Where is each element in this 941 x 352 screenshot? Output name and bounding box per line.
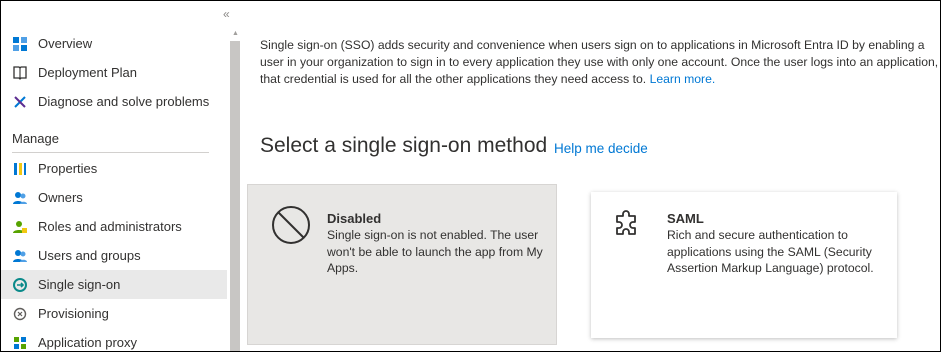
- sidebar-item-label: Provisioning: [38, 306, 109, 321]
- intro-paragraph: Single sign-on (SSO) adds security and c…: [260, 38, 939, 86]
- sidebar-item-label: Diagnose and solve problems: [38, 94, 210, 109]
- roles-icon: [13, 220, 27, 234]
- sidebar-item-overview[interactable]: Overview: [1, 29, 227, 58]
- sso-method-card-disabled[interactable]: Disabled Single sign-on is not enabled. …: [247, 184, 557, 345]
- sidebar-item-label: Users and groups: [38, 248, 141, 263]
- sidebar-item-label: Properties: [38, 161, 98, 176]
- sidebar-item-label: Application proxy: [38, 335, 137, 350]
- sidebar-item-users-groups[interactable]: Users and groups: [1, 241, 227, 270]
- collapse-sidebar-icon[interactable]: «: [223, 7, 230, 21]
- sidebar-item-roles[interactable]: Roles and administrators: [1, 212, 227, 241]
- manage-section-header: Manage: [12, 131, 59, 146]
- puzzle-icon: [611, 206, 645, 245]
- sidebar-item-label: Overview: [38, 36, 93, 51]
- card-title: Disabled: [327, 211, 382, 226]
- sidebar-item-deployment-plan[interactable]: Deployment Plan: [1, 58, 227, 87]
- users-groups-icon: [13, 249, 27, 263]
- disabled-circle-icon: [271, 205, 311, 250]
- scrollbar-thumb[interactable]: [230, 41, 240, 351]
- app-frame: « Overview Deployment Plan Diagnose and …: [0, 0, 941, 352]
- section-divider: [12, 152, 209, 153]
- section-title: Select a single sign-on method: [260, 134, 548, 157]
- sso-method-card-saml[interactable]: SAML Rich and secure authentication to a…: [591, 192, 897, 338]
- sso-intro-text: Single sign-on (SSO) adds security and c…: [260, 37, 940, 88]
- sso-icon: [13, 277, 27, 292]
- card-description: Rich and secure authentication to applic…: [667, 228, 874, 275]
- sidebar-nav: « Overview Deployment Plan Diagnose and …: [1, 1, 230, 351]
- wrench-icon: [13, 95, 27, 109]
- sidebar-item-app-proxy[interactable]: Application proxy: [1, 328, 227, 351]
- owners-icon: [13, 191, 27, 205]
- app-proxy-icon: [13, 336, 27, 350]
- card-description: Single sign-on is not enabled. The user …: [327, 228, 543, 275]
- sidebar-item-label: Roles and administrators: [38, 219, 182, 234]
- main-content: Single sign-on (SSO) adds security and c…: [241, 1, 940, 351]
- scroll-up-icon[interactable]: ▲: [232, 30, 239, 37]
- overview-icon: [13, 36, 27, 51]
- sidebar-item-label: Owners: [38, 190, 83, 205]
- sidebar-item-single-sign-on[interactable]: Single sign-on: [1, 270, 227, 299]
- sidebar-item-properties[interactable]: Properties: [1, 154, 227, 183]
- sidebar-item-label: Single sign-on: [38, 277, 121, 292]
- sidebar-item-owners[interactable]: Owners: [1, 183, 227, 212]
- properties-icon: [13, 162, 27, 176]
- provisioning-icon: [13, 307, 27, 321]
- help-me-decide-link[interactable]: Help me decide: [554, 141, 648, 156]
- learn-more-link[interactable]: Learn more.: [650, 72, 716, 86]
- card-title: SAML: [667, 211, 704, 226]
- sidebar-item-label: Deployment Plan: [38, 65, 137, 80]
- sidebar-item-diagnose[interactable]: Diagnose and solve problems: [1, 87, 227, 116]
- sidebar-item-provisioning[interactable]: Provisioning: [1, 299, 227, 328]
- book-icon: [13, 65, 27, 80]
